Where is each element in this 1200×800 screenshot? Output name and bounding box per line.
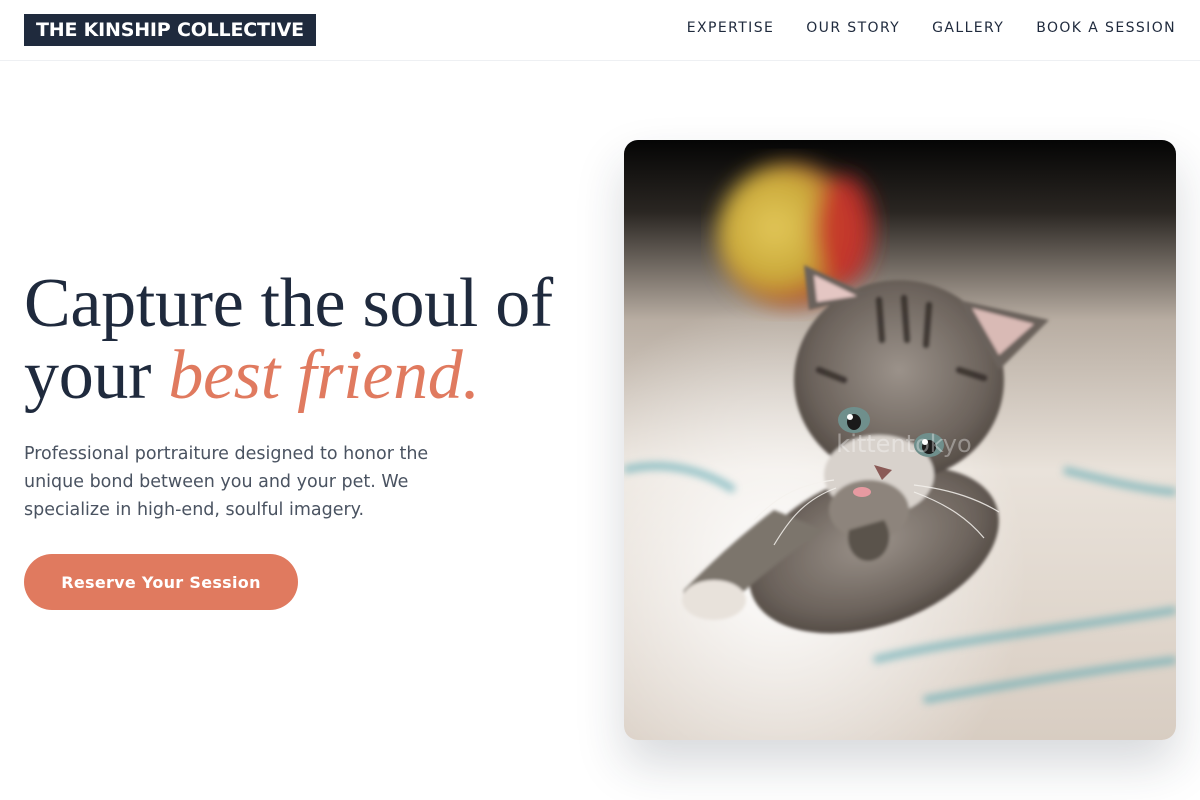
hero-text: Capture the soul of your best friend. Pr… (24, 268, 604, 524)
hero-subtext: Professional portraiture designed to hon… (24, 444, 429, 520)
photo-watermark: kittentokyo (836, 430, 971, 458)
headline-line-2: your (24, 337, 169, 414)
top-nav: THE KINSHIP COLLECTIVE EXPERTISE OUR STO… (0, 0, 1200, 61)
headline-accent: best friend. (168, 337, 480, 414)
nav-link-our-story[interactable]: OUR STORY (806, 19, 900, 37)
nav-link-gallery[interactable]: GALLERY (932, 19, 1004, 37)
hero-headline: Capture the soul of your best friend. (24, 268, 604, 412)
reserve-session-button[interactable]: Reserve Your Session (24, 554, 298, 610)
brand-logo[interactable]: THE KINSHIP COLLECTIVE (24, 14, 316, 46)
nav-links: EXPERTISE OUR STORY GALLERY BOOK A SESSI… (687, 19, 1176, 37)
nav-link-expertise[interactable]: EXPERTISE (687, 19, 774, 37)
kitten-illustration: kittentokyo (624, 140, 1176, 740)
hero-kitten-photo: kittentokyo (624, 140, 1176, 740)
headline-line-1: Capture the soul of (24, 265, 553, 342)
nav-link-book-a-session[interactable]: BOOK A SESSION (1036, 19, 1176, 37)
